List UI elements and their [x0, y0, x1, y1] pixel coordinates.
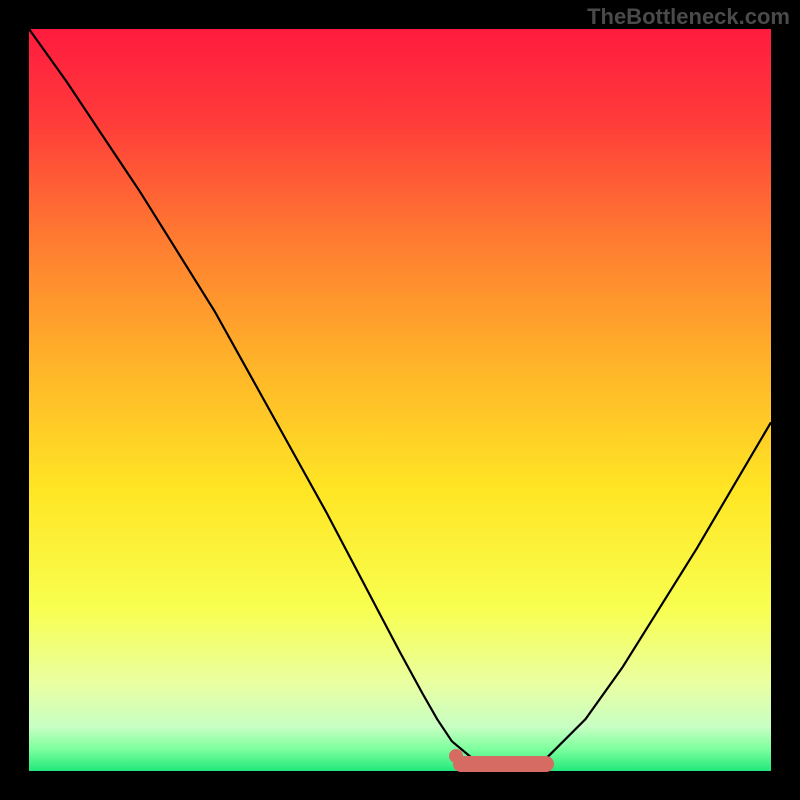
gradient-background — [29, 29, 771, 771]
optimal-range-highlight — [453, 756, 554, 772]
bottleneck-chart — [29, 29, 771, 771]
optimal-point-marker — [449, 749, 463, 763]
watermark-text: TheBottleneck.com — [587, 4, 790, 30]
chart-frame — [29, 29, 771, 771]
